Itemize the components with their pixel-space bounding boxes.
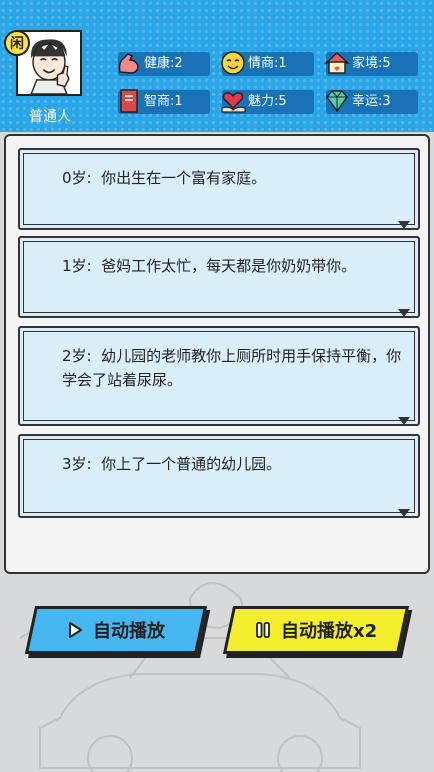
character-name: 普通人 xyxy=(29,109,71,125)
heart-hand-icon xyxy=(218,86,248,116)
house-icon xyxy=(322,48,352,78)
smiling-face-icon xyxy=(218,48,248,78)
diamond-icon xyxy=(322,86,352,116)
stat-family: 家境:5 xyxy=(324,51,418,76)
log-age: 3岁 xyxy=(62,455,87,473)
log-entry: 2岁: 幼儿园的老师教你上厕所时用手保持平衡，你学会了站着尿尿。 xyxy=(18,326,420,426)
log-entry: 3岁: 你上了一个普通的幼儿园。 xyxy=(18,434,420,518)
auto-play-x2-button[interactable]: 自动播放x2 xyxy=(222,606,410,654)
log-entry: 1岁: 爸妈工作太忙，每天都是你奶奶带你。 xyxy=(18,236,420,318)
play-icon xyxy=(67,622,83,638)
stat-eq: 情商:1 xyxy=(221,51,314,76)
log-text: 你上了一个普通的幼儿园。 xyxy=(101,455,282,473)
stat-health: 健康:2 xyxy=(118,52,210,76)
stat-luck: 幸运:3 xyxy=(326,90,418,114)
character-header: 闲 普通人 健康:2 情商:1 家境:5 智商:1 魅力:5 幸运:3 xyxy=(0,0,434,132)
log-text: 幼儿园的老师教你上厕所时用手保持平衡，你学会了站着尿尿。 xyxy=(62,347,402,389)
triangle-down-icon xyxy=(398,214,410,229)
triangle-down-icon xyxy=(398,410,410,425)
log-age: 0岁 xyxy=(62,169,87,187)
auto-play-button[interactable]: 自动播放 xyxy=(24,606,208,654)
stat-charm: 魅力:5 xyxy=(221,90,314,114)
log-text: 爸妈工作太忙，每天都是你奶奶带你。 xyxy=(101,257,357,275)
log-text: 你出生在一个富有家庭。 xyxy=(101,169,267,187)
book-icon xyxy=(114,86,144,116)
log-age: 1岁 xyxy=(62,257,87,275)
life-log-panel[interactable]: 0岁: 你出生在一个富有家庭。 1岁: 爸妈工作太忙，每天都是你奶奶带你。 2岁… xyxy=(4,134,430,574)
auto-play-x2-label: 自动播放x2 xyxy=(280,621,378,642)
log-age: 2岁 xyxy=(62,347,87,365)
status-badge: 闲 xyxy=(4,30,30,56)
muscle-arm-icon xyxy=(114,48,144,78)
triangle-down-icon xyxy=(398,302,410,317)
log-entry: 0岁: 你出生在一个富有家庭。 xyxy=(18,148,420,230)
stat-iq: 智商:1 xyxy=(118,89,210,114)
pause-icon xyxy=(255,622,271,638)
triangle-down-icon xyxy=(398,502,410,517)
auto-play-label: 自动播放 xyxy=(93,621,165,642)
